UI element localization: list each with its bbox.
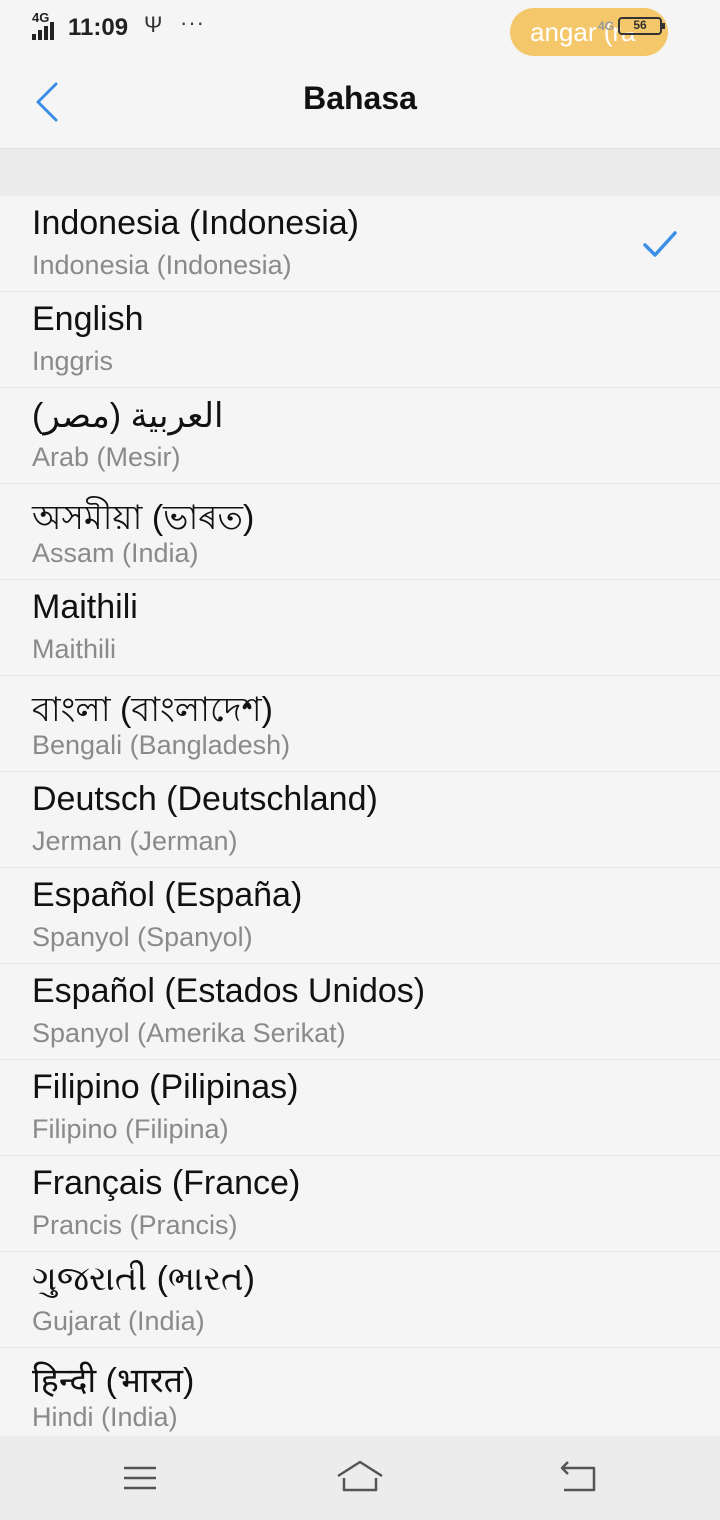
language-row[interactable]: Français (France) Prancis (Prancis) [0,1156,720,1252]
language-translated-name: Spanyol (Amerika Serikat) [32,1018,346,1048]
language-row[interactable]: Español (Estados Unidos) Spanyol (Amerika… [0,964,720,1060]
language-translated-name: Jerman (Jerman) [32,826,238,856]
language-native-name: English [32,300,144,338]
status-time: 11:09 [68,14,129,41]
language-native-name: ગુજરાતી (ભારત) [32,1260,255,1298]
language-row[interactable]: অসমীয়া (ভাৰত) Assam (India) [0,484,720,580]
menu-icon[interactable] [110,1454,170,1502]
language-native-name: हिन्दी (भारत) [32,1362,195,1400]
language-row[interactable]: Español (España) Spanyol (Spanyol) [0,868,720,964]
header-bar: Bahasa [0,56,720,149]
language-row[interactable]: Filipino (Pilipinas) Filipino (Filipina) [0,1060,720,1156]
language-row[interactable]: বাংলা (বাংলাদেশ) Bengali (Bangladesh) [0,676,720,772]
language-translated-name: Maithili [32,634,117,664]
language-row[interactable]: English Inggris [0,292,720,388]
language-translated-name: Bengali (Bangladesh) [32,730,291,760]
status-bar: 4G 11:09 Ψ ··· angar (ra 4G 56 [0,0,720,56]
more-notifications-icon: ··· [180,10,205,35]
page-title: Bahasa [303,80,417,116]
language-row[interactable]: हिन्दी (भारत) Hindi (India) [0,1348,720,1436]
language-row[interactable]: Deutsch (Deutschland) Jerman (Jerman) [0,772,720,868]
language-translated-name: Hindi (India) [32,1402,178,1432]
language-list: Indonesia (Indonesia) Indonesia (Indonesi… [0,196,720,1436]
home-icon[interactable] [330,1454,390,1502]
language-row[interactable]: العربية (مصر) Arab (Mesir) [0,388,720,484]
language-native-name: Indonesia (Indonesia) [32,204,360,242]
checkmark-icon [640,224,680,264]
language-native-name: Français (France) [32,1164,301,1202]
language-row[interactable]: ગુજરાતી (ભારત) Gujarat (India) [0,1252,720,1348]
language-row[interactable]: Maithili Maithili [0,580,720,676]
language-native-name: Español (España) [32,876,303,914]
language-native-name: Deutsch (Deutschland) [32,780,378,818]
status-right-indicators: 4G 56 [598,14,666,38]
battery-level: 56 [633,18,647,32]
navigation-bar [0,1436,720,1520]
language-translated-name: Indonesia (Indonesia) [32,250,292,280]
language-translated-name: Assam (India) [32,538,199,568]
section-spacer [0,149,720,196]
language-translated-name: Inggris [32,346,114,376]
language-row[interactable]: Indonesia (Indonesia) Indonesia (Indonesi… [0,196,720,292]
language-translated-name: Filipino (Filipina) [32,1114,229,1144]
language-native-name: Español (Estados Unidos) [32,972,426,1010]
back-arrow-icon[interactable] [548,1454,608,1502]
language-translated-name: Prancis (Prancis) [32,1210,238,1240]
language-translated-name: Arab (Mesir) [32,442,181,472]
language-native-name: Filipino (Pilipinas) [32,1068,299,1106]
language-native-name: Maithili [32,588,138,626]
network-type-right: 4G [598,19,615,33]
language-settings-screen: 4G 11:09 Ψ ··· angar (ra 4G 56 Bahasa In… [0,0,720,1520]
usb-icon: Ψ [144,12,163,37]
language-translated-name: Gujarat (India) [32,1306,205,1336]
language-translated-name: Spanyol (Spanyol) [32,922,253,952]
battery-icon: 56 [618,17,666,35]
language-native-name: العربية (مصر) [32,397,224,435]
signal-icon: 4G [32,10,62,40]
